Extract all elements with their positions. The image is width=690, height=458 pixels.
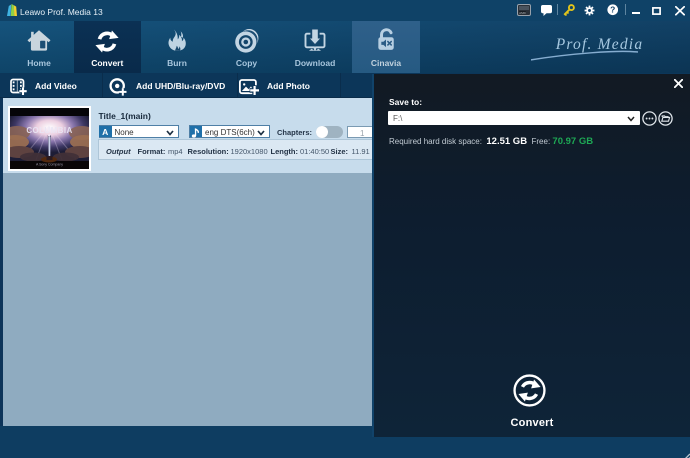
svg-text:COLUMBIA: COLUMBIA <box>26 126 72 135</box>
svg-text:A Sony Company: A Sony Company <box>35 163 62 167</box>
svg-text:?: ? <box>610 5 615 15</box>
svg-text:Prof. Media: Prof. Media <box>555 36 644 53</box>
svg-text:AMD: AMD <box>519 10 527 14</box>
